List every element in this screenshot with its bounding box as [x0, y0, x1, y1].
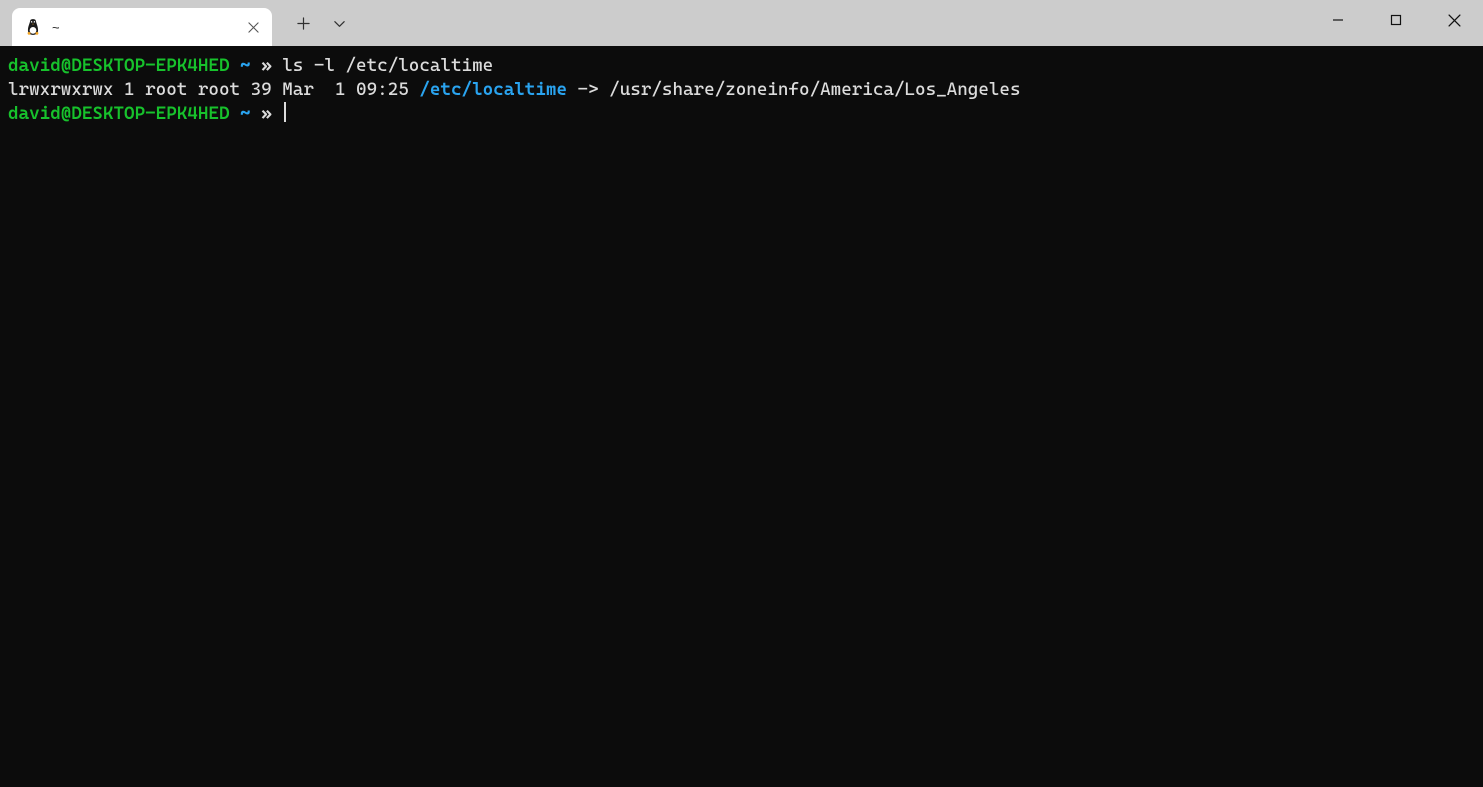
terminal-segment	[272, 103, 283, 124]
terminal-body[interactable]: david@DESKTOP-EPK4HED ~ » ls -l /etc/loc…	[0, 46, 1483, 787]
tab[interactable]: ~	[12, 8, 272, 46]
tab-dropdown-button[interactable]	[324, 8, 354, 38]
title-bar: ~	[0, 0, 1483, 46]
tab-controls	[272, 0, 354, 46]
minimize-button[interactable]	[1309, 0, 1367, 40]
tux-icon	[24, 18, 42, 36]
terminal-segment	[229, 103, 240, 124]
terminal-segment: ~	[240, 55, 251, 76]
terminal-segment	[251, 55, 262, 76]
terminal-segment: -> /usr/share/zoneinfo/America/Los_Angel…	[567, 79, 1021, 100]
window-controls	[1309, 0, 1483, 40]
new-tab-button[interactable]	[288, 8, 318, 38]
terminal-segment: /etc/localtime	[419, 79, 567, 100]
tab-title: ~	[52, 20, 234, 35]
terminal-segment: david@DESKTOP-EPK4HED	[8, 103, 229, 124]
terminal-segment: lrwxrwxrwx 1 root root 39 Mar 1 09:25	[8, 79, 419, 100]
terminal-line: david@DESKTOP-EPK4HED ~ » ls -l /etc/loc…	[8, 54, 1475, 78]
terminal-line: david@DESKTOP-EPK4HED ~ »	[8, 102, 1475, 126]
terminal-segment: »	[261, 55, 272, 76]
cursor	[284, 102, 286, 122]
terminal-segment	[272, 55, 283, 76]
terminal-segment: »	[261, 103, 272, 124]
terminal-line: lrwxrwxrwx 1 root root 39 Mar 1 09:25 /e…	[8, 78, 1475, 102]
terminal-window: ~	[0, 0, 1483, 787]
close-button[interactable]	[1425, 0, 1483, 40]
terminal-segment: ls -l /etc/localtime	[282, 55, 493, 76]
terminal-segment	[229, 55, 240, 76]
terminal-segment: ~	[240, 103, 251, 124]
terminal-segment	[251, 103, 262, 124]
maximize-button[interactable]	[1367, 0, 1425, 40]
terminal-segment: david@DESKTOP-EPK4HED	[8, 55, 229, 76]
tab-close-button[interactable]	[244, 18, 262, 36]
